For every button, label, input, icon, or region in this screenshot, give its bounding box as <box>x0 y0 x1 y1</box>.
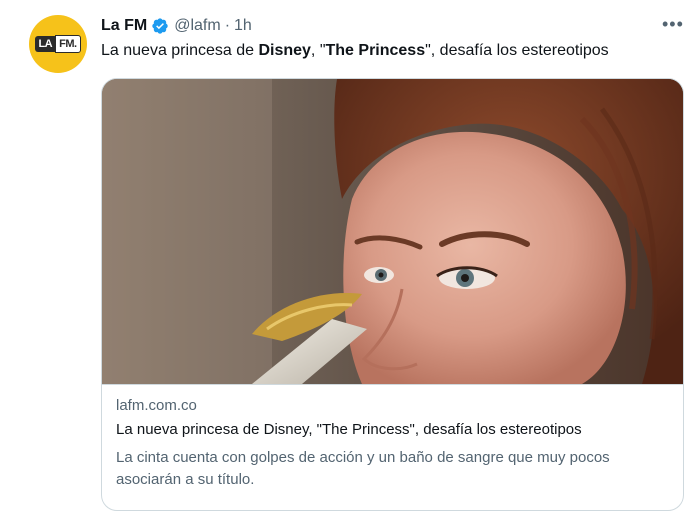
author-name[interactable]: La FM <box>101 17 147 35</box>
author-handle[interactable]: @lafm <box>174 17 220 35</box>
link-card[interactable]: lafm.com.co La nueva princesa de Disney,… <box>101 78 684 511</box>
card-domain: lafm.com.co <box>116 397 197 414</box>
tweet-text-part: ", desafía los estereotipos <box>425 42 609 59</box>
card-body[interactable]: lafm.com.co La nueva princesa de Disney,… <box>102 384 683 510</box>
card-description: La cinta cuenta con golpes de acción y u… <box>116 449 610 488</box>
logo-fm: FM. <box>55 35 81 53</box>
avatar[interactable]: LA FM. <box>29 15 87 73</box>
tweet-text-bold: The Princess <box>325 42 426 59</box>
tweet-text-bold: Disney <box>258 42 311 59</box>
lafm-logo: LA FM. <box>35 35 81 53</box>
tweet-text-part: La nueva princesa de <box>101 42 259 59</box>
card-image[interactable] <box>102 79 683 384</box>
timestamp[interactable]: 1h <box>234 17 252 35</box>
card-title: La nueva princesa de Disney, "The Prince… <box>116 421 582 438</box>
tweet-text-part: , " <box>310 42 326 59</box>
logo-la: LA <box>35 36 56 52</box>
more-icon[interactable]: ••• <box>662 14 684 35</box>
tweet[interactable]: LA FM. La FM @lafm · 1h ••• La nueva pri… <box>0 0 700 521</box>
verified-badge-icon <box>151 17 169 35</box>
tweet-header: La FM @lafm · 1h <box>101 15 252 37</box>
tweet-text: La nueva princesa de Disney, "The Prince… <box>101 42 609 60</box>
separator-dot: · <box>224 17 231 34</box>
